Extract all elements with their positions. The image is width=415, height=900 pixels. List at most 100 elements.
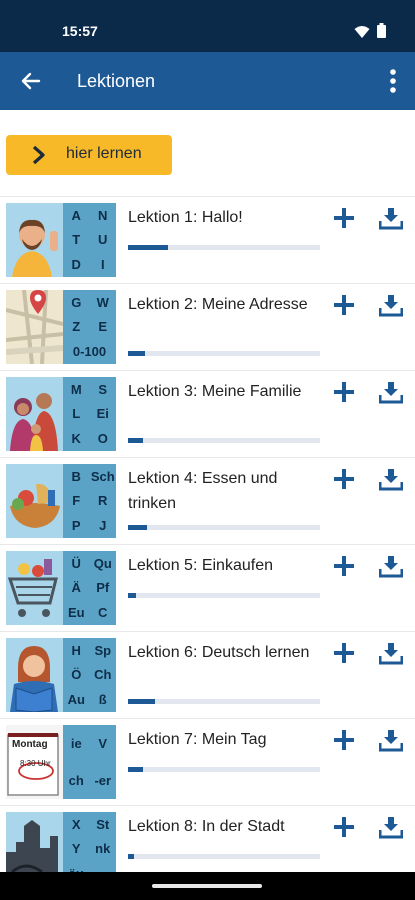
letter: ß xyxy=(98,692,107,708)
download-icon[interactable] xyxy=(378,380,404,404)
lesson-thumbnail: B Sch F R P J xyxy=(6,464,116,538)
lesson-illustration xyxy=(6,290,63,364)
letter: 0-100 xyxy=(72,344,107,360)
lesson-progress xyxy=(128,767,320,772)
plus-icon[interactable] xyxy=(333,468,355,490)
letter: A xyxy=(71,207,81,223)
lesson-illustration xyxy=(6,377,63,451)
letter: C xyxy=(98,605,108,621)
download-icon[interactable] xyxy=(378,815,404,839)
letter: nk xyxy=(95,841,111,857)
plus-icon[interactable] xyxy=(333,555,355,577)
system-navigation-bar xyxy=(0,872,415,900)
calendar-time-text: 8:30 Uhr xyxy=(20,759,51,768)
lesson-title: Lektion 3: Meine Familie xyxy=(128,383,302,400)
lesson-letters: G W Z E 0-100 xyxy=(63,290,116,364)
progress-fill xyxy=(128,525,148,530)
lesson-row-7[interactable]: Montag 8:30 Uhr ie V ch -er Lektion 7: M… xyxy=(0,718,415,806)
lesson-row-1[interactable]: A N T U D I Lektion 1: Hallo! xyxy=(0,196,415,284)
progress-fill xyxy=(128,438,144,443)
download-icon[interactable] xyxy=(378,467,404,491)
letter: Au xyxy=(67,692,85,708)
app-bar: Lektionen xyxy=(0,52,415,110)
download-icon[interactable] xyxy=(378,641,404,665)
lesson-row-2[interactable]: G W Z E 0-100 Lektion 2: Meine Adresse xyxy=(0,283,415,371)
plus-icon[interactable] xyxy=(333,381,355,403)
lesson-letters: M S L Ei K O xyxy=(63,377,116,451)
lesson-letters: B Sch F R P J xyxy=(63,464,116,538)
home-gesture-bar[interactable] xyxy=(152,884,262,888)
lesson-title: Lektion 2: Meine Adresse xyxy=(128,296,308,313)
lesson-letters: A N T U D I xyxy=(63,203,116,277)
wifi-icon xyxy=(354,24,370,43)
plus-icon[interactable] xyxy=(333,642,355,664)
letter: D xyxy=(71,257,81,273)
letter: B xyxy=(71,468,81,484)
letter: Eu xyxy=(67,605,85,621)
lesson-illustration xyxy=(6,464,63,538)
letter: X xyxy=(71,816,81,832)
plus-icon[interactable] xyxy=(333,207,355,229)
lesson-letters: ie V ch -er xyxy=(63,725,116,799)
letter: Ei xyxy=(96,406,109,422)
lesson-letters: H Sp Ö Ch Au ß xyxy=(63,638,116,712)
lesson-progress xyxy=(128,351,320,356)
letter: I xyxy=(100,257,105,273)
letter: U xyxy=(98,232,108,248)
letter: Qu xyxy=(93,555,112,571)
lesson-row-3[interactable]: M S L Ei K O Lektion 3: Meine Familie xyxy=(0,370,415,458)
lesson-row-5[interactable]: Ü Qu Ä Pf Eu C Lektion 5: Einkaufen xyxy=(0,544,415,632)
progress-fill xyxy=(128,854,134,859)
progress-fill xyxy=(128,767,144,772)
status-bar: 15:57 xyxy=(0,0,415,52)
letter: Sch xyxy=(90,468,115,484)
lesson-title: Lektion 5: Einkaufen xyxy=(128,557,273,574)
plus-icon[interactable] xyxy=(333,816,355,838)
download-icon[interactable] xyxy=(378,206,404,230)
letter: St xyxy=(96,816,110,832)
arrow-left-icon[interactable] xyxy=(18,68,44,94)
lesson-progress xyxy=(128,525,320,530)
letter: L xyxy=(72,406,81,422)
letter: T xyxy=(72,232,81,248)
plus-icon[interactable] xyxy=(333,294,355,316)
download-icon[interactable] xyxy=(378,554,404,578)
lesson-title: Lektion 1: Hallo! xyxy=(128,209,243,226)
letter: V xyxy=(98,736,108,751)
letter: Y xyxy=(71,841,81,857)
lesson-progress xyxy=(128,854,320,859)
letter: J xyxy=(99,518,107,534)
letter: Sp xyxy=(94,642,112,658)
letter: N xyxy=(98,207,108,223)
progress-fill xyxy=(128,351,146,356)
lesson-letters: Ü Qu Ä Pf Eu C xyxy=(63,551,116,625)
progress-fill xyxy=(128,593,136,598)
letter: K xyxy=(71,431,81,447)
more-vertical-icon[interactable] xyxy=(383,67,403,95)
letter: R xyxy=(98,493,108,509)
calendar-day-text: Montag xyxy=(12,739,48,750)
lesson-row-4[interactable]: B Sch F R P J Lektion 4: Essen und trink… xyxy=(0,457,415,545)
battery-icon xyxy=(377,23,386,42)
status-time: 15:57 xyxy=(62,23,98,39)
letter: Ä xyxy=(71,580,81,596)
letter: Ch xyxy=(94,667,112,683)
letter: ie xyxy=(70,736,82,751)
lesson-progress xyxy=(128,593,320,598)
lesson-thumbnail: A N T U D I xyxy=(6,203,116,277)
plus-icon[interactable] xyxy=(333,729,355,751)
download-icon[interactable] xyxy=(378,293,404,317)
letter: W xyxy=(96,294,109,310)
letter: G xyxy=(71,294,82,310)
lesson-row-6[interactable]: H Sp Ö Ch Au ß Lektion 6: Deutsch lernen xyxy=(0,631,415,719)
page-title: Lektionen xyxy=(77,71,156,91)
progress-fill xyxy=(128,245,169,250)
lesson-progress xyxy=(128,245,320,250)
lesson-progress xyxy=(128,699,320,704)
lesson-thumbnail: M S L Ei K O xyxy=(6,377,116,451)
letter: Ü xyxy=(71,555,81,571)
lesson-title: Lektion 8: In der Stadt xyxy=(128,818,285,835)
letter: H xyxy=(71,642,81,658)
learn-here-button[interactable]: hier lernen xyxy=(6,135,172,175)
download-icon[interactable] xyxy=(378,728,404,752)
